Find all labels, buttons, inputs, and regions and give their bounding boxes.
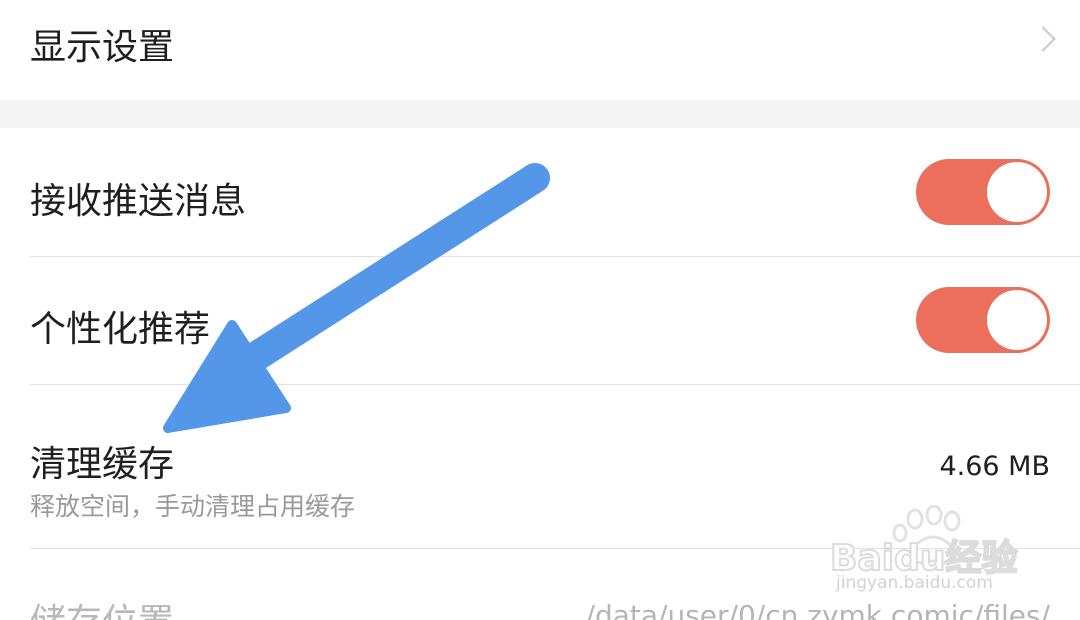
display-settings-label: 显示设置 (30, 27, 175, 68)
toggle-knob (987, 162, 1047, 222)
clear-cache-label: 清理缓存 (30, 444, 175, 485)
watermark-url: jingyan.baidu.com (836, 573, 993, 593)
push-notification-row: 接收推送消息 (0, 128, 1080, 256)
baidu-watermark: Baidu经验 jingyan.baidu.com (829, 505, 1040, 600)
personalized-recommendation-row: 个性化推荐 (0, 257, 1080, 384)
cache-size-value: 4.66 MB (939, 451, 1050, 482)
push-notification-toggle[interactable] (916, 159, 1050, 225)
personalized-recommendation-toggle[interactable] (916, 287, 1050, 353)
clear-cache-description: 释放空间，手动清理占用缓存 (30, 492, 356, 521)
push-notification-label: 接收推送消息 (30, 181, 247, 222)
display-settings-row[interactable]: 显示设置 (0, 0, 1080, 100)
chevron-right-icon (1030, 26, 1056, 52)
section-separator (0, 100, 1080, 128)
storage-path-value: /data/user/0/cn.zymk.comic/files/ (585, 599, 1050, 620)
storage-location-label: 储存位置 (30, 593, 174, 620)
personalized-recommendation-label: 个性化推荐 (30, 309, 211, 350)
toggle-knob (987, 290, 1047, 350)
